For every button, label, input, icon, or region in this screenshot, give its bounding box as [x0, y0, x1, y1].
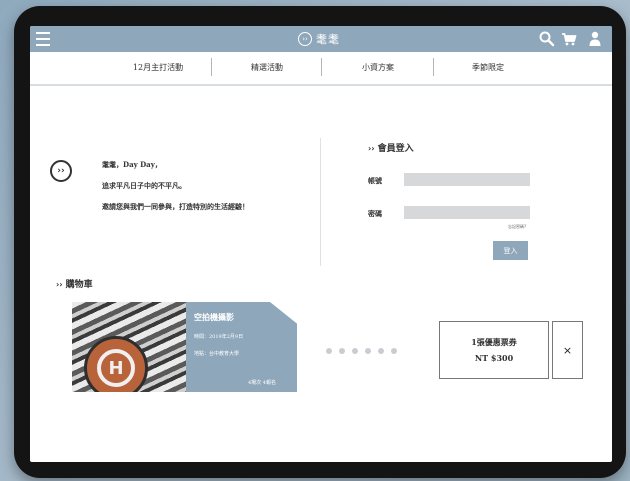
nav-divider — [433, 58, 434, 76]
tab-seasonal[interactable]: 季節限定 — [436, 60, 540, 76]
carousel-dot[interactable] — [365, 348, 371, 354]
intro-line-1: 耄耄，Day Day， — [102, 160, 162, 169]
cart-item-meta: 4場次 4報名 — [248, 380, 276, 386]
title-mark-icon: ›› — [56, 280, 63, 289]
title-mark-icon: ›› — [368, 144, 375, 153]
cart-title: ›› 購物車 — [56, 277, 93, 290]
password-label: 密碼 — [368, 209, 382, 218]
cart-item-time: 時間：2019年2月9日 — [194, 334, 244, 340]
login-title-text: 會員登入 — [377, 144, 414, 154]
cart-item-place: 地點：台中教育大學 — [194, 351, 240, 357]
carousel-dot[interactable] — [391, 348, 397, 354]
user-icon[interactable] — [586, 30, 604, 48]
coupon-count: 1張優惠票券 — [471, 337, 517, 347]
nav-divider — [321, 58, 322, 76]
account-input[interactable] — [404, 173, 530, 186]
brand-name: 耄耄 — [316, 33, 340, 46]
cart-icon[interactable] — [560, 30, 578, 48]
cart-item-card[interactable]: H 空拍機攝影 時間：2019年2月9日 地點：台中教育大學 4場次 4報名 — [72, 302, 297, 392]
coupon-box[interactable]: 1張優惠票券 NT $300 — [439, 321, 549, 379]
carousel-dot[interactable] — [378, 348, 384, 354]
section-divider — [320, 138, 321, 266]
intro-line-2: 追求平凡日子中的不平凡。 — [102, 181, 186, 190]
brand-logo-icon: ›› — [298, 32, 312, 46]
category-nav: 12月主打活動 精選活動 小資方案 季節限定 — [30, 52, 612, 86]
carousel-dot[interactable] — [339, 348, 345, 354]
helipad-mark: H — [97, 349, 135, 387]
intro-logo-icon: ›› — [50, 160, 72, 182]
carousel-dot[interactable] — [326, 348, 332, 354]
cart-title-text: 購物車 — [65, 280, 93, 290]
menu-icon[interactable] — [36, 32, 50, 46]
tab-budget-plans[interactable]: 小資方案 — [324, 60, 432, 76]
login-title: ›› 會員登入 — [368, 141, 414, 154]
tab-selected-events[interactable]: 精選活動 — [214, 60, 320, 76]
close-icon[interactable]: × — [552, 321, 583, 379]
top-bar: ›› 耄耄 — [30, 26, 612, 52]
cart-item-name: 空拍機攝影 — [194, 312, 234, 322]
intro-line-3: 邀請您與我們一同參與，打造特別的生活經驗！ — [102, 202, 249, 211]
tab-december-featured[interactable]: 12月主打活動 — [108, 60, 208, 76]
app-screen: ›› 耄耄 12月主打活動 精選活動 小資方案 季節限定 ›› 耄耄，Day D… — [30, 26, 612, 462]
nav-divider — [211, 58, 212, 76]
cart-item-photo: H — [72, 302, 186, 392]
forgot-password-link[interactable]: 忘記密碼? — [508, 224, 526, 230]
coupon-price: NT $300 — [474, 353, 514, 363]
account-label: 帳號 — [368, 176, 382, 185]
login-button[interactable]: 登入 — [493, 241, 528, 260]
helipad-image: H — [84, 336, 148, 392]
carousel-dot[interactable] — [352, 348, 358, 354]
brand[interactable]: ›› 耄耄 — [298, 29, 340, 49]
password-input[interactable] — [404, 206, 530, 219]
search-icon[interactable] — [538, 30, 556, 48]
